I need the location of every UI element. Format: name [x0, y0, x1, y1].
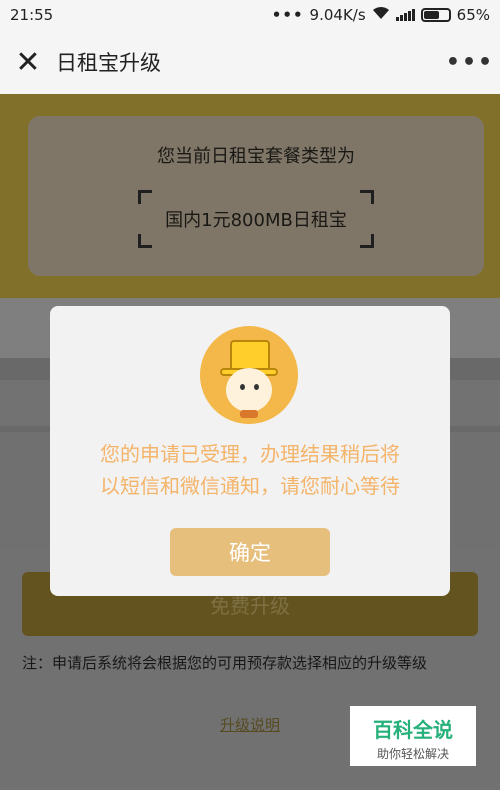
notification-dots: ••• [271, 6, 304, 24]
watermark-title: 百科全说 [373, 718, 453, 742]
dialog-message-line2: 以短信和微信通知，请您耐心等待 [100, 474, 400, 498]
status-bar: 21:55 ••• 9.04K/s 65% [0, 0, 500, 30]
network-speed: 9.04K/s [309, 6, 366, 24]
mascot-icon [200, 326, 298, 424]
watermark-logo: 百科全说 助你轻松解决 [350, 706, 476, 766]
close-icon[interactable]: ✕ [0, 30, 56, 94]
mascot-face [226, 368, 272, 412]
more-icon[interactable]: ••• [440, 50, 500, 75]
dialog-message: 您的申请已受理，办理结果稍后将 以短信和微信通知，请您耐心等待 [70, 438, 430, 502]
mascot-eye [254, 384, 259, 390]
wifi-icon [372, 6, 390, 24]
signal-icon [395, 9, 415, 21]
dialog-message-line1: 您的申请已受理，办理结果稍后将 [100, 442, 400, 466]
battery-icon [420, 8, 451, 22]
status-indicators: ••• 9.04K/s 65% [272, 6, 490, 24]
battery-percent: 65% [456, 6, 490, 24]
confirmation-dialog: 您的申请已受理，办理结果稍后将 以短信和微信通知，请您耐心等待 确定 [50, 306, 450, 596]
mascot-eye [240, 384, 245, 390]
watermark-subtitle: 助你轻松解决 [376, 747, 449, 761]
page-title: 日租宝升级 [56, 51, 161, 75]
title-bar: ✕ 日租宝升级 ••• [0, 30, 500, 94]
bow-icon [240, 410, 258, 418]
status-time: 21:55 [10, 6, 54, 24]
confirm-button[interactable]: 确定 [170, 528, 330, 576]
